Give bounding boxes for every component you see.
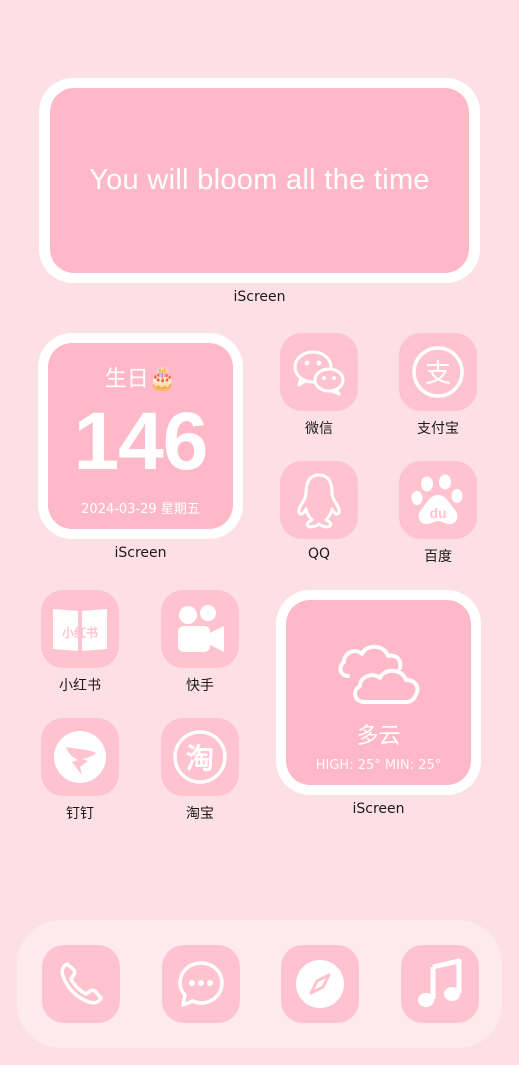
app-xiaohongshu[interactable]: 小红书 小红书 [41,590,119,695]
quote-widget-caption: iScreen [233,289,286,305]
xiaohongshu-logo-text: 小红书 [62,625,98,640]
compass-icon [296,960,344,1008]
birthday-date: 2024-03-29 星期五 [81,502,200,517]
birthday-widget-caption: iScreen [114,545,167,561]
weather-widget[interactable]: 多云 HIGH: 25° MIN: 25° [276,590,481,795]
kuaishou-camera-icon [161,590,239,668]
dock-safari-button[interactable] [281,945,359,1023]
dock [17,920,502,1048]
weather-widget-caption: iScreen [352,801,405,817]
app-label-baidu: 百度 [424,549,452,565]
weather-widget-panel: 多云 HIGH: 25° MIN: 25° [286,600,471,785]
app-baidu[interactable]: du 百度 [399,461,477,566]
birthday-days-count: 146 [73,396,209,487]
dingtalk-icon [41,718,119,796]
xiaohongshu-book-icon: 小红书 [41,590,119,668]
app-label-xiaohongshu: 小红书 [59,678,101,694]
weather-temperatures: HIGH: 25° MIN: 25° [315,758,442,773]
dock-music-button[interactable] [401,945,479,1023]
taobao-icon: 淘 [161,718,239,796]
app-alipay[interactable]: 支 支付宝 [399,333,477,438]
birthday-title: 生日🎂 [104,367,177,392]
app-label-dingtalk: 钉钉 [66,806,94,822]
messages-icon [178,961,224,1007]
birthday-widget-panel: 生日🎂 146 2024-03-29 星期五 [48,343,233,529]
cloudy-weather-icon [338,644,420,704]
app-kuaishou[interactable]: 快手 [161,590,239,695]
app-label-taobao: 淘宝 [186,806,214,822]
wechat-icon [280,333,358,411]
alipay-icon: 支 [399,333,477,411]
quote-widget[interactable]: You will bloom all the time [39,78,480,283]
app-taobao[interactable]: 淘 淘宝 [161,718,239,823]
app-label-kuaishou: 快手 [186,678,214,694]
app-label-wechat: 微信 [305,421,333,437]
app-qq[interactable]: QQ [280,461,358,562]
weather-condition: 多云 [356,724,401,749]
dock-messages-button[interactable] [162,945,240,1023]
baidu-paw-icon: du [399,461,477,539]
phone-icon [60,962,103,1005]
dock-phone-button[interactable] [42,945,120,1023]
taobao-logo-text: 淘 [186,742,214,775]
app-label-alipay: 支付宝 [417,421,459,437]
quote-text: You will bloom all the time [89,164,430,196]
birthday-countdown-widget[interactable]: 生日🎂 146 2024-03-29 星期五 [38,333,243,539]
music-icon [418,958,462,1007]
app-label-qq: QQ [307,546,331,562]
app-dingtalk[interactable]: 钉钉 [41,718,119,823]
app-wechat[interactable]: 微信 [280,333,358,438]
qq-penguin-icon [280,461,358,539]
quote-widget-panel: You will bloom all the time [50,88,469,273]
baidu-logo-text: du [429,505,446,521]
alipay-logo-text: 支 [425,359,451,389]
